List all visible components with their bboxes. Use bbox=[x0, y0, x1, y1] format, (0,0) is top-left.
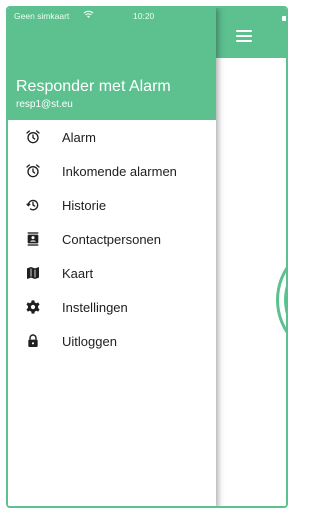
user-name: Responder met Alarm bbox=[16, 78, 171, 95]
menu-item-logout[interactable]: Uitloggen bbox=[8, 324, 216, 358]
status-indicator-icon bbox=[282, 16, 286, 21]
gear-icon bbox=[24, 298, 42, 316]
alarm-button[interactable] bbox=[284, 248, 286, 352]
menu-item-alarm[interactable]: Alarm bbox=[8, 120, 216, 154]
navigation-drawer: Geen simkaart 10:20 Responder met Alarm … bbox=[8, 8, 216, 506]
lock-icon bbox=[24, 332, 42, 350]
alarm-clock-icon bbox=[24, 128, 42, 146]
history-icon bbox=[24, 196, 42, 214]
drawer-header: Geen simkaart 10:20 Responder met Alarm … bbox=[8, 8, 216, 120]
clock-label: 10:20 bbox=[133, 11, 155, 21]
map-icon bbox=[24, 264, 42, 282]
alarm-clock-icon bbox=[24, 162, 42, 180]
menu-item-label: Historie bbox=[62, 197, 107, 213]
status-bar: Geen simkaart 10:20 bbox=[8, 8, 216, 26]
app-frame: Geen simkaart 10:20 Responder met Alarm … bbox=[6, 6, 288, 508]
menu-item-settings[interactable]: Instellingen bbox=[8, 290, 216, 324]
hamburger-menu-icon[interactable] bbox=[236, 30, 252, 42]
wifi-icon bbox=[83, 10, 94, 21]
menu-item-label: Contactpersonen bbox=[62, 231, 162, 247]
carrier-label: Geen simkaart bbox=[14, 11, 70, 21]
menu-item-label: Uitloggen bbox=[62, 333, 117, 349]
contacts-icon bbox=[24, 230, 42, 248]
alarm-button-ring[interactable] bbox=[276, 240, 286, 360]
menu-item-map[interactable]: Kaart bbox=[8, 256, 216, 290]
menu-item-history[interactable]: Historie bbox=[8, 188, 216, 222]
menu-item-incoming-alarms[interactable]: Inkomende alarmen bbox=[8, 154, 216, 188]
menu-item-label: Inkomende alarmen bbox=[62, 163, 177, 179]
menu-item-label: Kaart bbox=[62, 265, 94, 281]
drawer-menu: Alarm Inkomende alarmen Historie Contact… bbox=[8, 120, 216, 358]
menu-item-label: Alarm bbox=[62, 129, 96, 145]
menu-item-label: Instellingen bbox=[62, 299, 128, 315]
menu-item-contacts[interactable]: Contactpersonen bbox=[8, 222, 216, 256]
user-email: resp1@st.eu bbox=[16, 99, 73, 110]
